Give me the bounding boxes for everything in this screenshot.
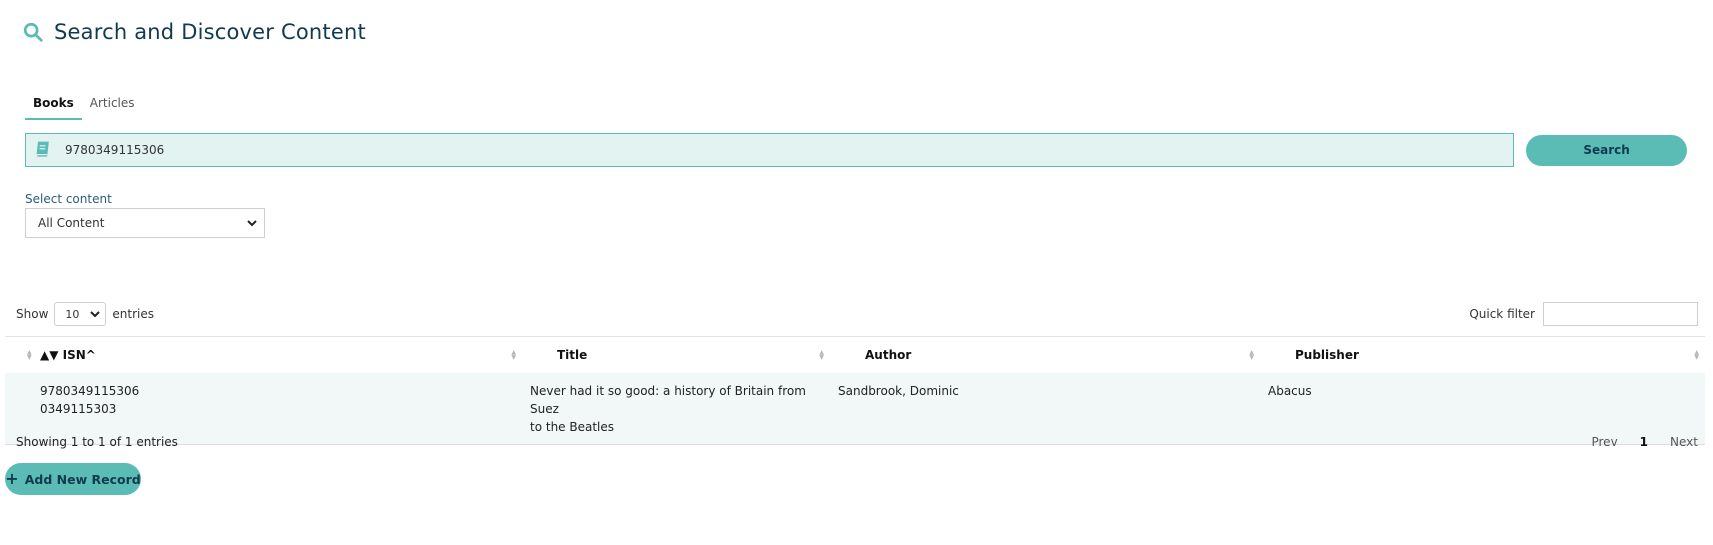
- table-header-row: ▲▼ ISN^ ▲▼ Title ▲▼ Author ▲▼ Publisher …: [5, 336, 1705, 373]
- select-content-label: Select content: [25, 192, 112, 206]
- search-field[interactable]: [25, 133, 1515, 167]
- quick-filter: Quick filter: [1469, 302, 1698, 326]
- column-header-label: ISN^: [62, 347, 96, 362]
- sort-icon: ▲▼: [511, 348, 516, 361]
- chevron-down-icon: [247, 220, 257, 227]
- content-select-value: All Content: [38, 216, 105, 230]
- content-select-block: Select content All Content: [25, 192, 265, 238]
- table-controls: Show 10 entries Quick filter: [16, 302, 1698, 326]
- column-header-label: Title: [557, 347, 588, 362]
- prev-page-button[interactable]: Prev: [1591, 435, 1617, 449]
- add-new-record-label: Add New Record: [24, 471, 141, 487]
- pagination: Prev 1 Next: [1591, 435, 1698, 449]
- content-tabs: Books Articles: [25, 94, 143, 120]
- show-label: Show: [16, 307, 49, 321]
- chevron-down-icon: [90, 311, 101, 318]
- table-row[interactable]: 9780349115306 0349115303 Never had it so…: [5, 372, 1705, 445]
- quick-filter-label: Quick filter: [1469, 307, 1535, 321]
- page-length-select[interactable]: 10: [54, 302, 107, 326]
- add-new-record-button[interactable]: + Add New Record: [5, 463, 141, 495]
- quick-filter-input[interactable]: [1543, 302, 1698, 326]
- column-header-author[interactable]: Author ▲ ▼: [830, 337, 1260, 373]
- length-control: Show 10 entries: [16, 302, 154, 326]
- search-row: Search: [25, 133, 1687, 167]
- sort-icon: ▲▼: [1694, 348, 1699, 361]
- page-title: Search and Discover Content: [54, 20, 366, 44]
- isbn-13: 9780349115306: [40, 383, 140, 398]
- search-input[interactable]: [65, 143, 1465, 157]
- cell-title: Never had it so good: a history of Brita…: [522, 373, 830, 445]
- column-header-publisher[interactable]: Publisher ▲ ▼: [1260, 337, 1705, 373]
- cell-author: Sandbrook, Dominic: [838, 383, 959, 398]
- tab-books[interactable]: Books: [25, 94, 82, 120]
- column-header-isn[interactable]: ▲▼ ISN^ ▲▼: [5, 337, 522, 373]
- cell-isn: 9780349115306 0349115303: [5, 373, 522, 445]
- column-header-label: Publisher: [1295, 347, 1359, 362]
- cell-publisher: Abacus: [1268, 383, 1312, 398]
- page-header: Search and Discover Content: [22, 20, 366, 44]
- title-line: Never had it so good: a history of Brita…: [530, 383, 806, 416]
- page-length-value: 10: [65, 307, 80, 321]
- column-header-label: Author: [865, 347, 912, 362]
- tab-articles[interactable]: Articles: [82, 94, 143, 120]
- column-header-title[interactable]: Title ▲ ▼: [522, 337, 830, 373]
- entries-label: entries: [112, 307, 154, 321]
- search-icon: [23, 22, 43, 42]
- next-page-button[interactable]: Next: [1670, 435, 1698, 449]
- sort-icon: ▲▼: [27, 348, 32, 361]
- table-info: Showing 1 to 1 of 1 entries: [16, 435, 178, 449]
- plus-icon: +: [5, 469, 19, 488]
- sort-icon: ▲▼: [1249, 348, 1254, 361]
- title-line: to the Beatles: [530, 419, 615, 434]
- isbn-10: 0349115303: [40, 401, 117, 416]
- book-icon: [35, 141, 49, 157]
- search-button[interactable]: Search: [1526, 134, 1687, 166]
- content-select[interactable]: All Content: [25, 208, 265, 238]
- results-table: ▲▼ ISN^ ▲▼ Title ▲▼ Author ▲▼ Publisher …: [5, 336, 1705, 445]
- sort-icon: ▲▼: [819, 348, 824, 361]
- table-footer: Showing 1 to 1 of 1 entries Prev 1 Next: [16, 435, 1698, 449]
- page-number-button[interactable]: 1: [1640, 435, 1648, 449]
